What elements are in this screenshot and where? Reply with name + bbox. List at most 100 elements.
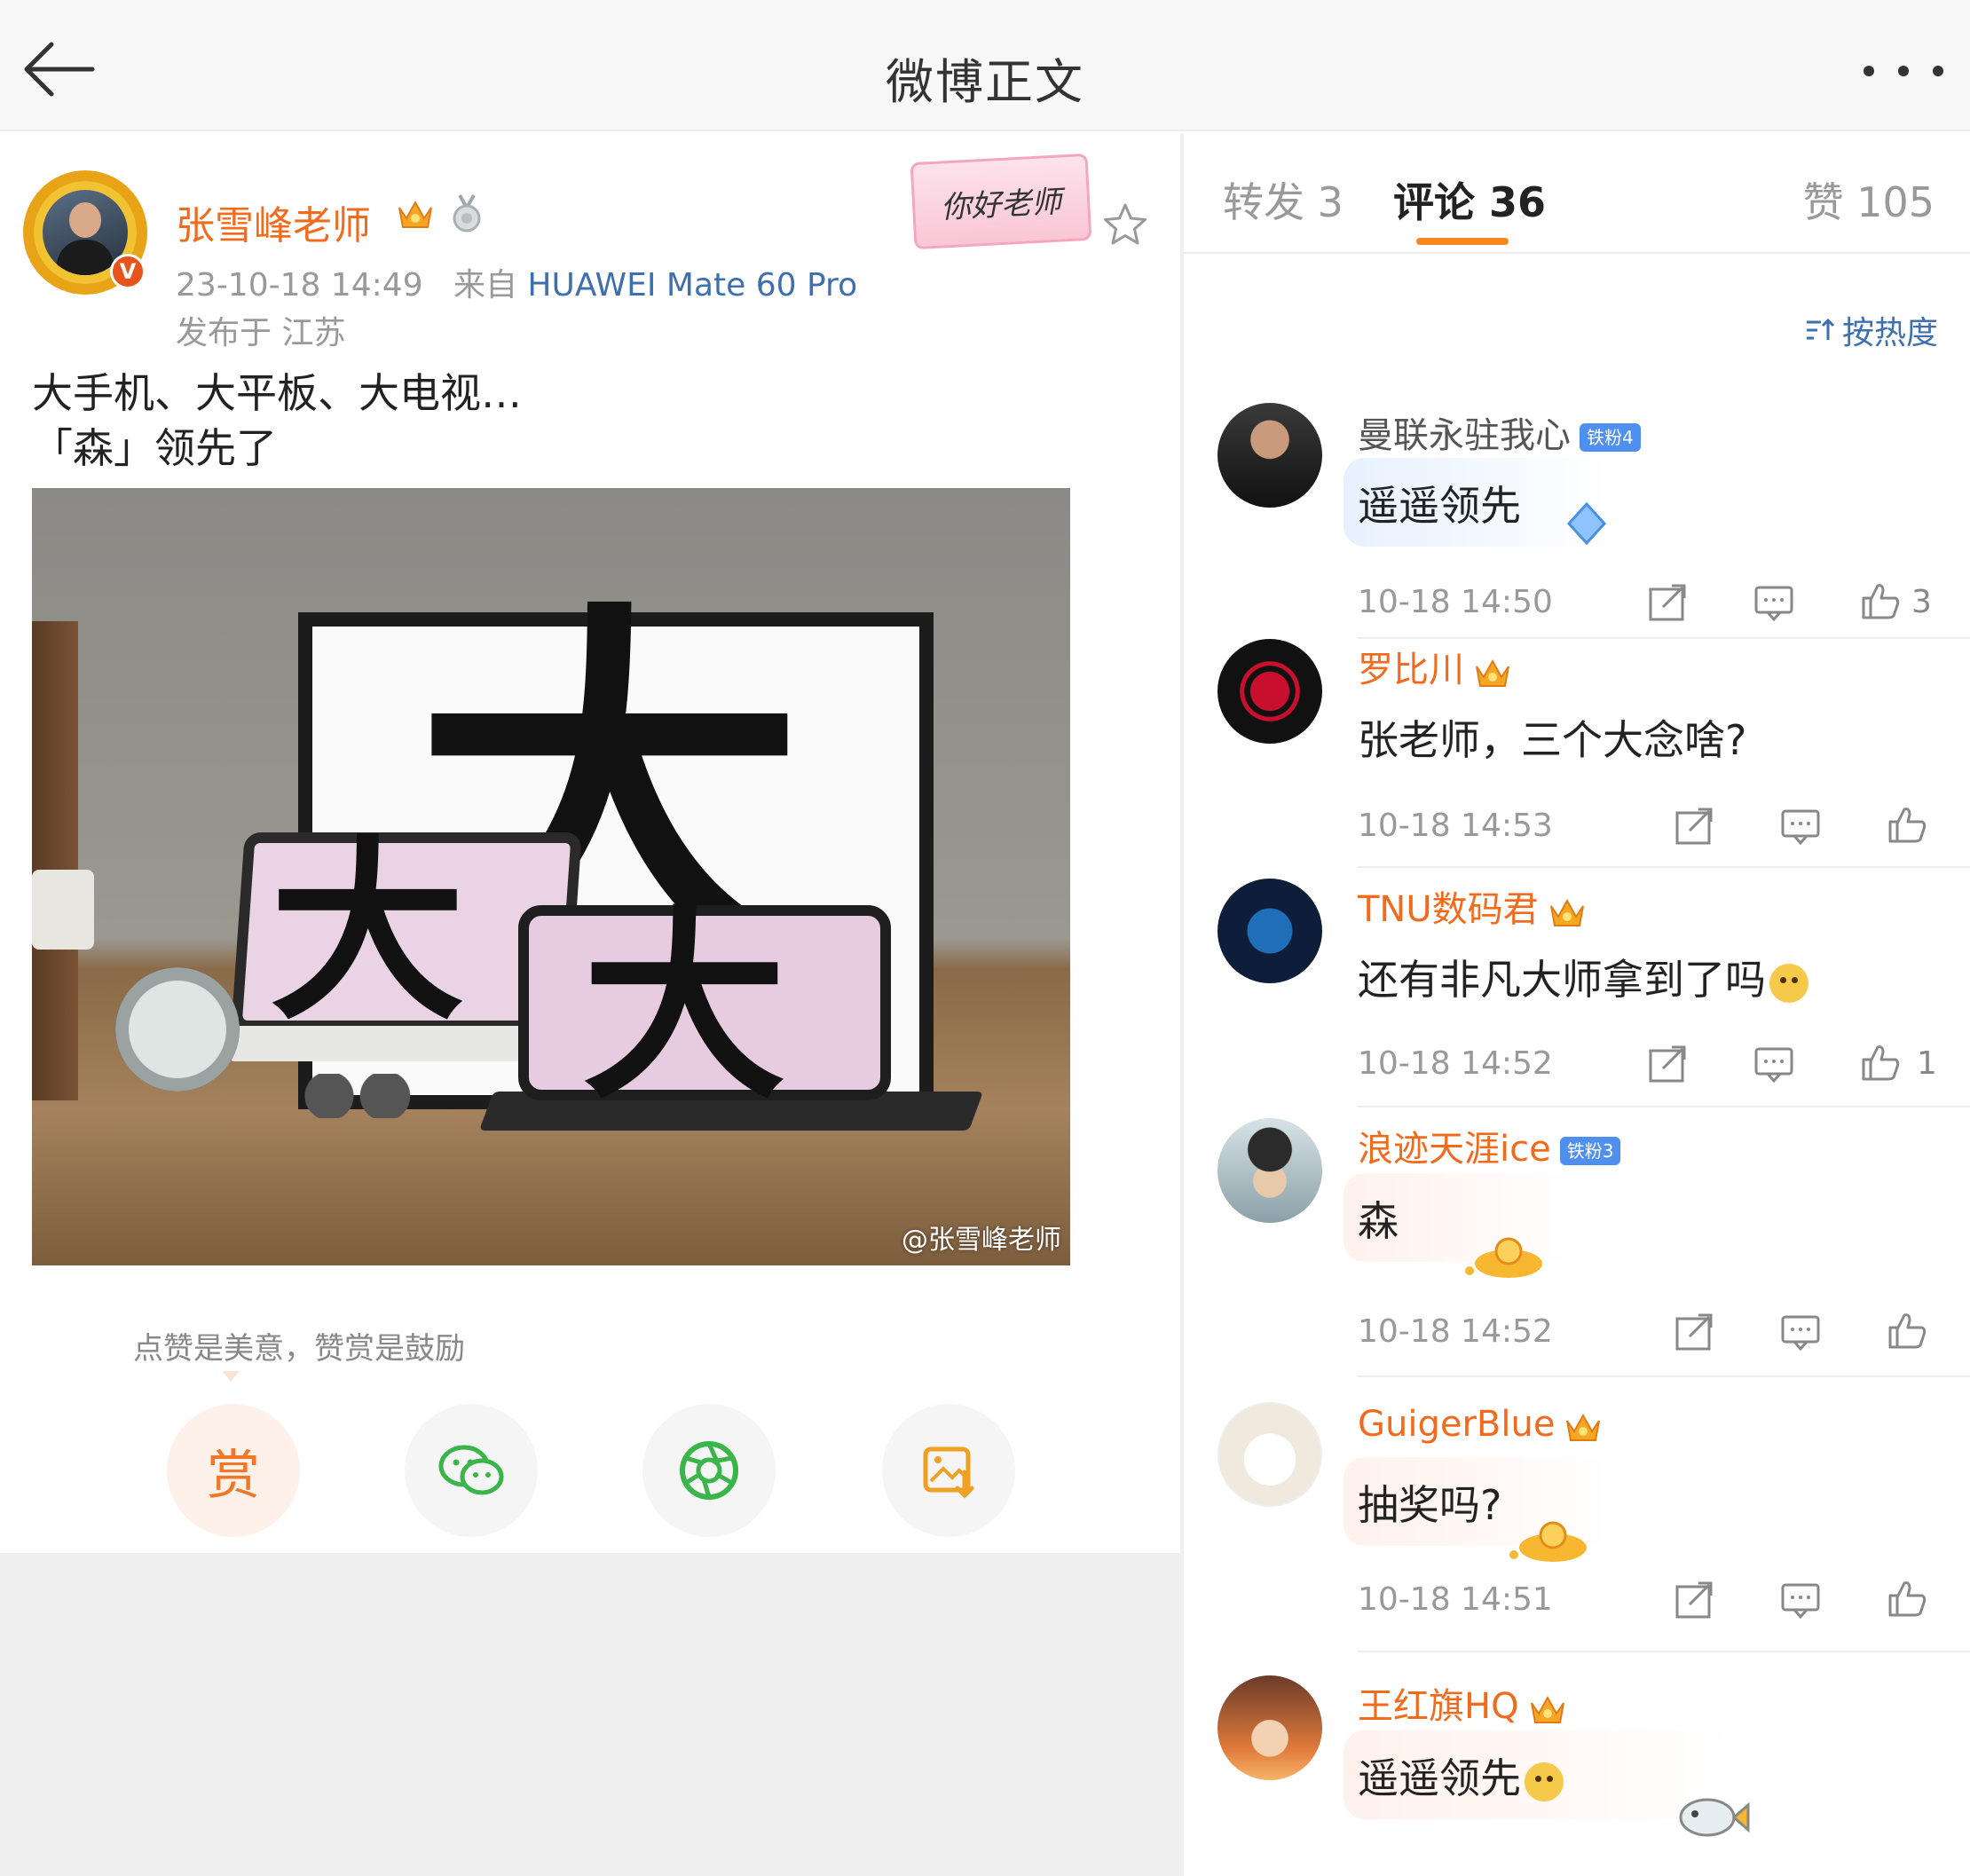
post-time: 23-10-18 14:49 — [176, 267, 423, 303]
reward-label: 赏 — [207, 1444, 260, 1507]
source-prefix: 来自 — [453, 267, 517, 303]
comment-item: 王红旗HQ 遥遥领先 — [1184, 1659, 1970, 1872]
comment-time: 10-18 14:50 — [1358, 584, 1553, 620]
crown-badge-icon — [1549, 898, 1584, 926]
comment-item: 浪迹天涯ice 铁粉3 森 10-18 14:52 — [1184, 1118, 1970, 1384]
comment-text: 张老师，三个大念啥? — [1358, 716, 1747, 764]
repost-icon[interactable] — [1645, 580, 1690, 625]
tab-bar: 转发 3 评论 36 赞 105 — [1184, 133, 1970, 254]
wechat-icon — [438, 1445, 504, 1495]
post-location: 发布于 江苏 — [176, 315, 346, 351]
post-card: V 张雪峰老师 23-10-18 14:49 来自 HUAWEI Mate 60… — [0, 133, 1180, 1553]
sort-icon — [1806, 318, 1835, 340]
top-bar: 微博正文 — [0, 0, 1970, 131]
fan-badge: 铁粉3 — [1559, 1137, 1621, 1165]
tab-comment[interactable]: 评论 36 — [1393, 170, 1546, 229]
moments-aperture-icon — [680, 1441, 738, 1500]
crown-badge-icon — [396, 195, 435, 231]
active-tab-indicator — [1416, 238, 1509, 245]
comment-item: 曼联永驻我心 铁粉4 遥遥领先 10-18 14:50 3 — [1184, 399, 1970, 639]
verified-badge-icon: V — [110, 254, 146, 289]
save-image-icon — [923, 1446, 974, 1499]
greeting-sticker[interactable]: 你好老师 — [910, 153, 1092, 250]
sort-by-hot-button[interactable]: 按热度 — [1805, 307, 1938, 353]
comment-text: 森 — [1358, 1197, 1399, 1245]
gold-ingot-decor-icon — [1465, 1237, 1542, 1278]
like-count: 1 — [1917, 1045, 1937, 1082]
reply-icon[interactable] — [1778, 1310, 1823, 1354]
diamond-decor-icon — [1566, 501, 1607, 546]
comment-time: 10-18 14:53 — [1358, 808, 1553, 844]
reply-icon[interactable] — [1752, 580, 1796, 625]
favorite-star-icon[interactable] — [1100, 201, 1150, 250]
repost-icon[interactable] — [1672, 1310, 1716, 1354]
earbuds — [289, 1074, 422, 1118]
reward-hint: 点赞是美意，赞赏是鼓励 — [133, 1331, 465, 1367]
commenter-avatar[interactable] — [1217, 1118, 1322, 1223]
like-thumb-icon[interactable] — [1885, 1308, 1929, 1352]
gold-ingot-decor-icon — [1509, 1521, 1587, 1562]
save-image-button[interactable] — [882, 1404, 1015, 1537]
commenter-name[interactable]: GuigerBlue — [1358, 1404, 1603, 1445]
commenter-name[interactable]: 曼联永驻我心 铁粉4 — [1358, 406, 1641, 458]
comments-panel: 转发 3 评论 36 赞 105 按热度 曼联永驻我心 铁粉4 遥遥领先 10-1… — [1184, 133, 1970, 1876]
commenter-avatar[interactable] — [1217, 403, 1322, 508]
commenter-avatar[interactable] — [1217, 1675, 1322, 1780]
photo-watermark: @张雪峰老师 — [902, 1225, 1061, 1256]
like-thumb-icon[interactable] — [1885, 802, 1929, 847]
comment-text: 还有非凡大师拿到了吗 — [1358, 948, 1808, 1006]
repost-icon[interactable] — [1645, 1042, 1690, 1086]
crown-badge-icon — [1476, 658, 1509, 687]
fish-decor-icon — [1679, 1798, 1750, 1837]
comment-text: 遥遥领先 — [1358, 1746, 1564, 1805]
page-title: 微博正文 — [886, 54, 1084, 110]
author-name[interactable]: 张雪峰老师 — [176, 193, 371, 250]
commenter-avatar[interactable] — [1217, 879, 1322, 983]
comment-time: 10-18 14:51 — [1358, 1581, 1553, 1618]
author-avatar[interactable]: V — [23, 170, 147, 295]
post-panel: V 张雪峰老师 23-10-18 14:49 来自 HUAWEI Mate 60… — [0, 133, 1180, 1876]
post-text: 大手机、大平板、大电视… 「森」领先了 — [32, 369, 522, 472]
comment-item: GuigerBlue 抽奖吗? 10-18 14:51 — [1184, 1384, 1970, 1659]
tab-repost[interactable]: 转发 3 — [1223, 170, 1344, 229]
medal-badge-icon — [447, 193, 486, 233]
doge-emoji-icon — [1769, 963, 1808, 1003]
tab-like[interactable]: 赞 105 — [1803, 170, 1935, 229]
crown-badge-icon — [1530, 1695, 1564, 1723]
like-thumb-icon[interactable] — [1885, 1576, 1929, 1620]
comment-item: TNU数码君 还有非凡大师拿到了吗 10-18 14:52 1 — [1184, 879, 1970, 1118]
reply-icon[interactable] — [1778, 1578, 1823, 1622]
commenter-name[interactable]: 罗比川 — [1358, 641, 1512, 692]
hint-pointer-icon — [222, 1368, 240, 1382]
tablet-character: 大 — [270, 816, 466, 1046]
commenter-name[interactable]: 王红旗HQ — [1358, 1677, 1567, 1729]
comment-time: 10-18 14:52 — [1358, 1045, 1553, 1082]
commenter-avatar[interactable] — [1217, 1402, 1322, 1507]
watch — [115, 967, 240, 1092]
crown-badge-icon — [1566, 1413, 1601, 1441]
comment-time: 10-18 14:52 — [1358, 1313, 1553, 1350]
doge-emoji-icon — [1525, 1762, 1564, 1801]
sort-label: 按热度 — [1841, 315, 1938, 351]
reward-button[interactable]: 赏 — [167, 1404, 300, 1537]
repost-icon[interactable] — [1672, 1578, 1716, 1622]
repost-icon[interactable] — [1672, 804, 1716, 848]
commenter-name[interactable]: TNU数码君 — [1358, 880, 1587, 932]
commenter-avatar[interactable] — [1217, 639, 1322, 744]
phone-character: 大 — [582, 887, 787, 1127]
device-link[interactable]: HUAWEI Mate 60 Pro — [527, 267, 857, 303]
like-thumb-icon[interactable] — [1858, 1040, 1903, 1084]
comment-text: 抽奖吗? — [1358, 1481, 1502, 1529]
share-moments-button[interactable] — [642, 1404, 776, 1537]
post-meta: 23-10-18 14:49 来自 HUAWEI Mate 60 Pro — [176, 259, 857, 305]
comment-text: 遥遥领先 — [1358, 482, 1521, 530]
share-wechat-button[interactable] — [405, 1404, 538, 1537]
reply-icon[interactable] — [1778, 804, 1823, 848]
like-thumb-icon[interactable] — [1858, 579, 1903, 623]
more-options-icon[interactable] — [1864, 55, 1943, 87]
commenter-name[interactable]: 浪迹天涯ice 铁粉3 — [1358, 1120, 1621, 1171]
comment-item: 罗比川 张老师，三个大念啥? 10-18 14:53 — [1184, 639, 1970, 879]
reply-icon[interactable] — [1752, 1042, 1796, 1086]
post-photo[interactable]: 大 大 大 @张雪峰老师 — [32, 488, 1070, 1265]
fan-badge: 铁粉4 — [1580, 423, 1641, 452]
